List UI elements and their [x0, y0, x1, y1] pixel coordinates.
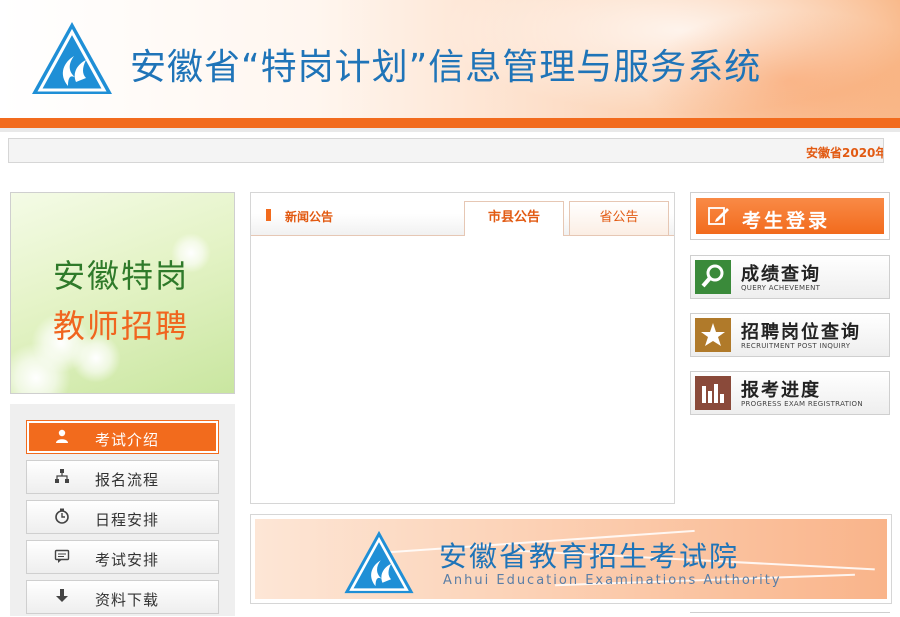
- bar-chart-icon: [695, 376, 731, 410]
- tab-city-county-notices[interactable]: 市县公告: [464, 201, 564, 236]
- nav-registration-process[interactable]: 报名流程: [26, 460, 219, 494]
- recruitment-banner[interactable]: 安徽特岗 教师招聘: [10, 192, 235, 394]
- divider: [0, 128, 900, 132]
- site-header: 安徽省“特岗计划”信息管理与服务系统: [0, 0, 900, 118]
- tab-provincial-notices[interactable]: 省公告: [569, 201, 669, 235]
- header-accent-bar: [0, 118, 900, 128]
- download-icon: [53, 588, 71, 606]
- banner-line-2: 教师招聘: [53, 307, 190, 345]
- star-icon: [695, 318, 731, 352]
- candidate-login-label: 考生登录: [742, 210, 831, 232]
- nav-label: 考试介绍: [95, 431, 160, 449]
- user-icon: [53, 428, 71, 446]
- news-ticker[interactable]: 安徽省2020年7: [8, 138, 884, 163]
- news-panel-title: 新闻公告: [285, 210, 334, 224]
- nav-label: 报名流程: [95, 471, 160, 489]
- flow-icon: [53, 468, 71, 486]
- candidate-login-body: 考生登录: [696, 198, 884, 234]
- exam-authority-logo-icon: [344, 530, 414, 594]
- nav-exam-arrangement[interactable]: 考试安排: [26, 540, 219, 574]
- divider: [690, 612, 890, 617]
- registration-progress-label: 报考进度: [741, 380, 821, 401]
- nav-schedule[interactable]: 日程安排: [26, 500, 219, 534]
- exam-authority-banner-body: 安徽省教育招生考试院 Anhui Education Examinations …: [255, 519, 887, 599]
- score-query-label: 成绩查询: [741, 264, 821, 285]
- news-panel: 新闻公告 市县公告 省公告: [250, 192, 675, 504]
- chat-icon: [53, 548, 71, 566]
- nav-exam-intro[interactable]: 考试介绍: [26, 420, 219, 454]
- nav-label: 考试安排: [95, 551, 160, 569]
- edit-icon: [708, 207, 729, 225]
- score-query-sublabel: QUERY ACHEVEMENT: [741, 284, 821, 292]
- search-icon: [695, 260, 731, 294]
- site-logo-icon: [32, 22, 112, 94]
- news-panel-header: 新闻公告 市县公告 省公告: [251, 193, 674, 236]
- nav-downloads[interactable]: 资料下载: [26, 580, 219, 614]
- section-marker: [266, 209, 271, 221]
- news-ticker-text[interactable]: 安徽省2020年7: [806, 144, 883, 161]
- banner-line-1: 安徽特岗: [53, 257, 190, 295]
- registration-progress-sublabel: PROGRESS EXAM REGISTRATION: [741, 400, 863, 408]
- exam-authority-name-en: Anhui Education Examinations Authority: [443, 573, 782, 588]
- registration-progress-button[interactable]: 报考进度 PROGRESS EXAM REGISTRATION: [690, 371, 890, 415]
- side-nav: 考试介绍 报名流程 日程安排 考试安排 资料下载: [10, 404, 235, 616]
- nav-label: 日程安排: [95, 511, 160, 529]
- candidate-login-button[interactable]: 考生登录: [690, 192, 890, 240]
- exam-authority-banner[interactable]: 安徽省教育招生考试院 Anhui Education Examinations …: [250, 514, 892, 604]
- score-query-button[interactable]: 成绩查询 QUERY ACHEVEMENT: [690, 255, 890, 299]
- nav-label: 资料下载: [95, 591, 160, 609]
- recruitment-post-query-button[interactable]: 招聘岗位查询 RECRUITMENT POST INQUIRY: [690, 313, 890, 357]
- exam-authority-name-cn: 安徽省教育招生考试院: [439, 540, 740, 573]
- recruitment-post-query-sublabel: RECRUITMENT POST INQUIRY: [741, 342, 851, 350]
- clock-icon: [53, 508, 71, 526]
- page-title: 安徽省“特岗计划”信息管理与服务系统: [130, 47, 762, 88]
- recruitment-post-query-label: 招聘岗位查询: [741, 322, 861, 343]
